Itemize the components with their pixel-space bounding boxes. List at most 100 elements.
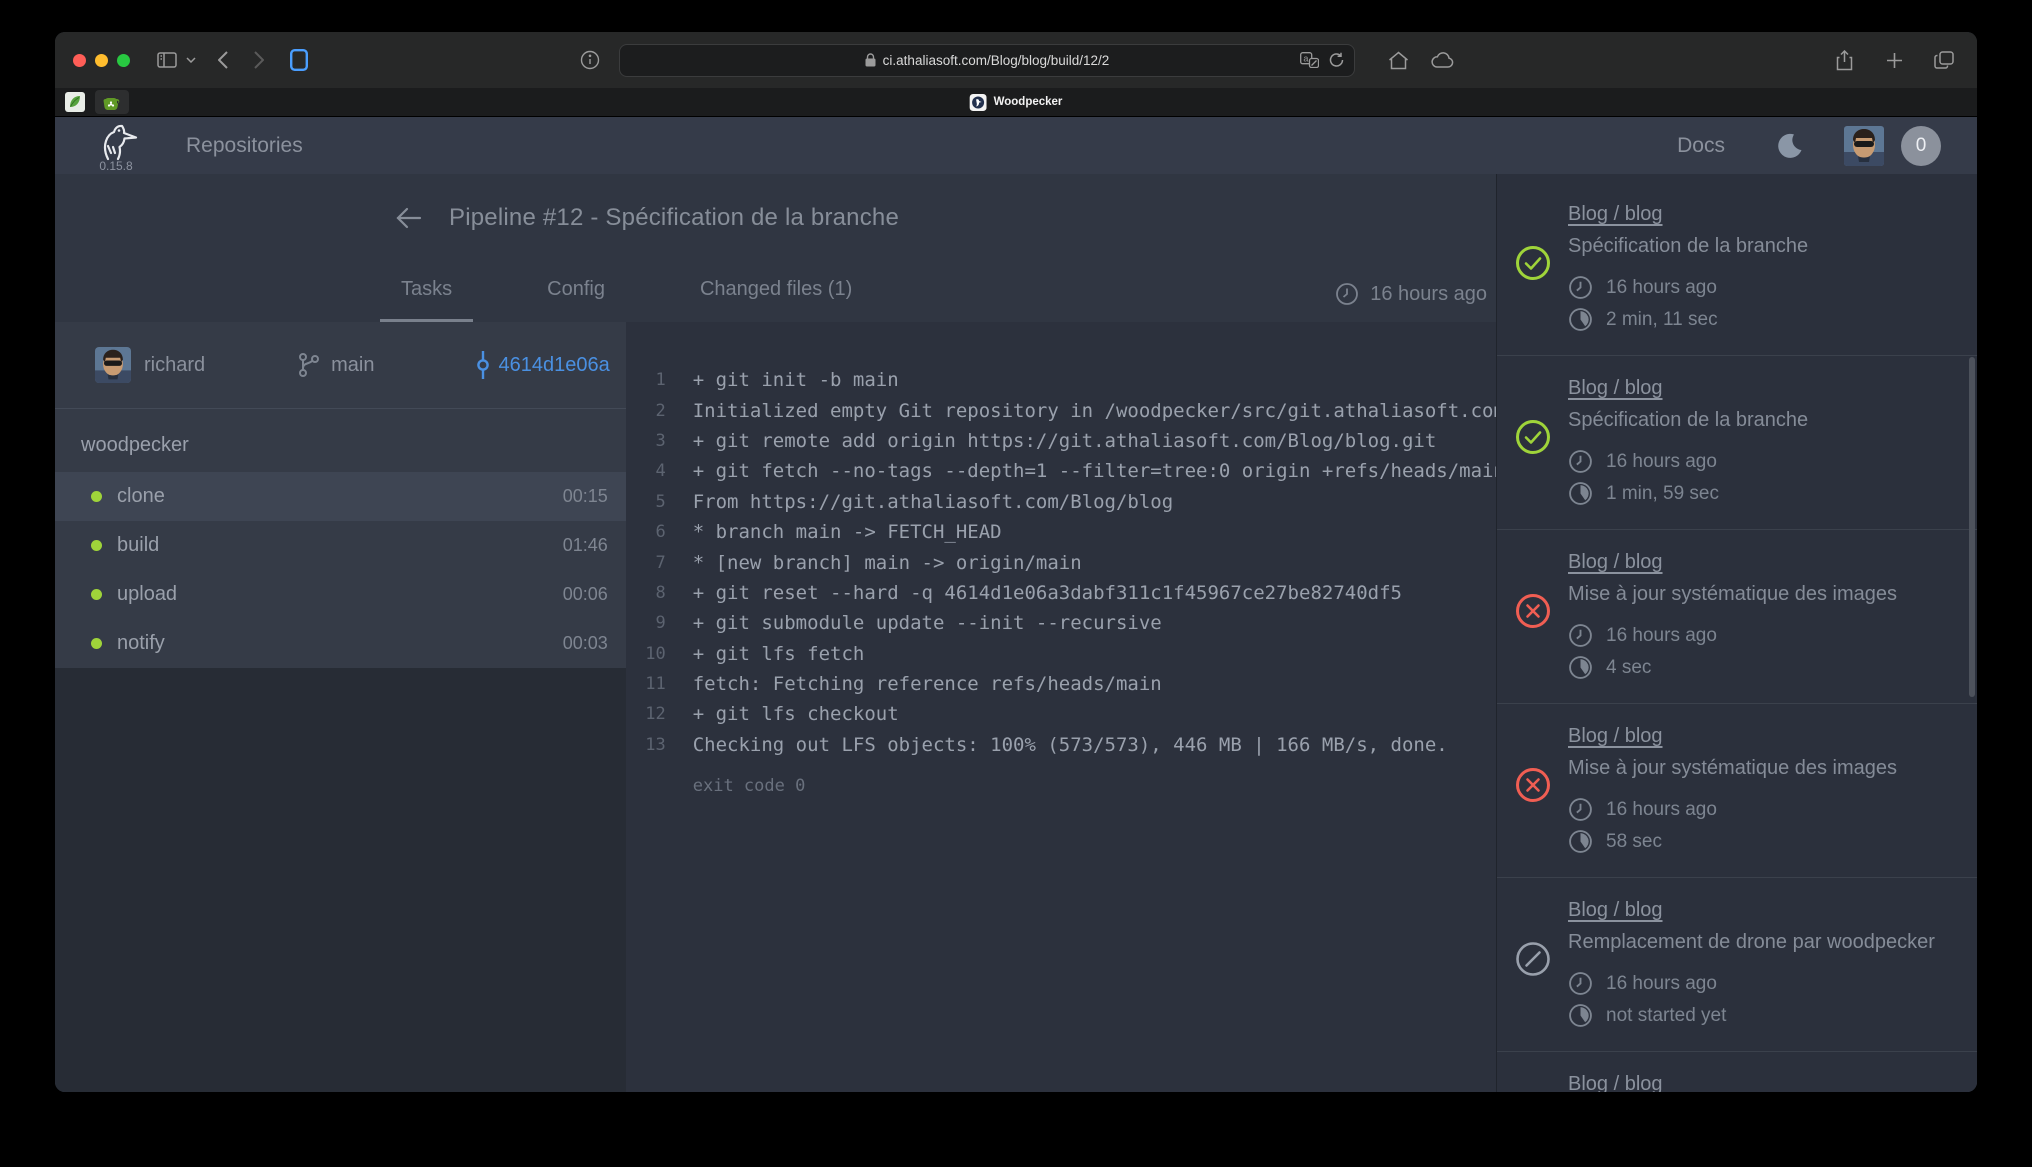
forward-button[interactable] <box>244 45 274 75</box>
step-row-upload[interactable]: upload00:06 <box>55 570 626 619</box>
step-duration: 00:03 <box>563 633 608 654</box>
dark-mode-toggle-moon-icon[interactable] <box>1777 132 1804 159</box>
log-line: 3+ git remote add origin https://git.ath… <box>626 426 1496 456</box>
active-tab[interactable]: Woodpecker <box>970 88 1063 116</box>
log-line-text: + git reset --hard -q 4614d1e06a3dabf311… <box>666 582 1402 604</box>
translate-icon[interactable]: a <box>1300 52 1319 68</box>
user-avatar[interactable] <box>1844 126 1884 166</box>
pipeline-card[interactable]: Blog / blogRemplacement de drone par woo… <box>1497 1052 1977 1092</box>
duration-icon <box>1568 829 1593 854</box>
log-line: 8+ git reset --hard -q 4614d1e06a3dabf31… <box>626 578 1496 608</box>
pipeline-time: 16 hours ago <box>1568 449 1953 474</box>
duration-icon <box>1568 481 1593 506</box>
log-line-number: 13 <box>626 735 666 755</box>
chevron-down-icon[interactable] <box>182 45 200 75</box>
repo-link[interactable]: Blog / blog <box>1568 725 1663 748</box>
share-icon[interactable] <box>1829 45 1859 75</box>
step-duration: 01:46 <box>563 535 608 556</box>
address-bar[interactable]: ci.athaliasoft.com/Blog/blog/build/12/2 … <box>619 44 1355 77</box>
woodpecker-logo[interactable]: 0.15.8 <box>88 123 144 173</box>
pipeline-duration: 2 min, 11 sec <box>1568 307 1953 332</box>
pipeline-list-sidebar: Blog / blog Spécification de la branche 16… <box>1496 174 1977 1092</box>
pipeline-message: Mise à jour systématique des images <box>1568 757 1953 780</box>
log-panel: 1+ git init -b main2Initialized empty Gi… <box>626 322 1496 1092</box>
log-line-text: fetch: Fetching reference refs/heads/mai… <box>666 673 1162 695</box>
step-name: build <box>117 534 159 557</box>
url-text: ci.athaliasoft.com/Blog/blog/build/12/2 <box>883 53 1110 68</box>
pipeline-time: 16 hours ago <box>1335 282 1496 322</box>
docs-link[interactable]: Docs <box>1677 134 1725 158</box>
log-line-number: 1 <box>626 370 666 390</box>
step-name: clone <box>117 485 165 508</box>
step-status-dot <box>91 638 102 649</box>
tab-overview-icon[interactable] <box>1929 45 1959 75</box>
pipeline-card[interactable]: Blog / blog Remplacement de drone par woo… <box>1497 878 1977 1052</box>
log-line: 10+ git lfs fetch <box>626 639 1496 669</box>
pinned-tab-gitea[interactable] <box>95 90 129 114</box>
version-label: 0.15.8 <box>99 159 132 173</box>
close-window-button[interactable] <box>73 54 86 67</box>
branch-name: main <box>331 354 374 377</box>
repo-link[interactable]: Blog / blog <box>1568 1073 1663 1092</box>
repo-link[interactable]: Blog / blog <box>1568 551 1663 574</box>
clock-icon <box>1335 282 1359 306</box>
cloud-icon[interactable] <box>1427 45 1457 75</box>
duration-icon <box>1568 655 1593 680</box>
log-line-number: 10 <box>626 644 666 664</box>
back-button[interactable] <box>208 45 238 75</box>
pipeline-card[interactable]: Blog / blog Spécification de la branche 16… <box>1497 356 1977 530</box>
step-row-build[interactable]: build 01:46 <box>55 521 626 570</box>
step-status-dot <box>91 589 102 600</box>
exit-code: exit code 0 <box>626 776 1496 796</box>
log-line-text: + git submodule update --init --recursiv… <box>666 612 1162 634</box>
log-line-text: Checking out LFS objects: 100% (573/573)… <box>666 734 1448 756</box>
sidebar-toggle-icon[interactable] <box>152 45 182 75</box>
window-controls <box>73 54 130 67</box>
reader-info-icon[interactable] <box>575 45 605 75</box>
log-line: 13Checking out LFS objects: 100% (573/57… <box>626 730 1496 760</box>
status-failure-icon <box>1515 767 1551 803</box>
start-page-icon[interactable] <box>284 45 314 75</box>
step-status-dot <box>91 491 102 502</box>
nav-repositories[interactable]: Repositories <box>186 134 303 158</box>
pipeline-duration: not started yet <box>1568 1003 1953 1028</box>
repo-link[interactable]: Blog / blog <box>1568 377 1663 400</box>
home-icon[interactable] <box>1383 45 1413 75</box>
step-status-dot <box>91 540 102 551</box>
log-line-text: Initialized empty Git repository in /woo… <box>666 400 1496 422</box>
log-line: 9+ git submodule update --init --recursi… <box>626 608 1496 638</box>
pipeline-card[interactable]: Blog / blog Mise à jour systématique des … <box>1497 704 1977 878</box>
branch-icon <box>297 352 321 378</box>
pipeline-message: Spécification de la branche <box>1568 409 1953 432</box>
repo-link[interactable]: Blog / blog <box>1568 203 1663 226</box>
zoom-window-button[interactable] <box>117 54 130 67</box>
pipeline-title: Pipeline #12 - Spécification de la branc… <box>449 204 899 232</box>
status-success-icon <box>1515 419 1551 455</box>
log-line-number: 3 <box>626 431 666 451</box>
notification-badge[interactable]: 0 <box>1901 126 1941 166</box>
log-line-number: 6 <box>626 522 666 542</box>
tab-strip: Woodpecker <box>55 88 1977 117</box>
log-line-number: 12 <box>626 704 666 724</box>
status-failure-icon <box>1515 593 1551 629</box>
pinned-tab-leaf[interactable] <box>58 90 92 114</box>
tab-tasks[interactable]: Tasks <box>380 278 473 322</box>
clock-icon <box>1568 623 1593 648</box>
commit-hash-link[interactable]: 4614d1e06a <box>499 354 610 377</box>
minimize-window-button[interactable] <box>95 54 108 67</box>
tab-config[interactable]: Config <box>526 278 626 322</box>
pipeline-card[interactable]: Blog / blogSpécification de la branche16… <box>1497 182 1977 356</box>
pipeline-card[interactable]: Blog / blogMise à jour systématique des … <box>1497 530 1977 704</box>
new-tab-icon[interactable] <box>1879 45 1909 75</box>
step-row-clone[interactable]: clone00:15 <box>55 472 626 521</box>
repo-link[interactable]: Blog / blog <box>1568 899 1663 922</box>
log-line-number: 11 <box>626 674 666 694</box>
back-arrow-icon[interactable] <box>396 207 422 229</box>
reload-icon[interactable] <box>1329 52 1344 68</box>
pipeline-message: Remplacement de drone par woodpecker <box>1568 931 1953 954</box>
clock-icon <box>1568 971 1593 996</box>
step-row-notify[interactable]: notify00:03 <box>55 619 626 668</box>
sidebar-scrollbar[interactable] <box>1969 357 1975 697</box>
tab-changed-files[interactable]: Changed files (1) <box>679 278 873 322</box>
clock-icon <box>1568 797 1593 822</box>
